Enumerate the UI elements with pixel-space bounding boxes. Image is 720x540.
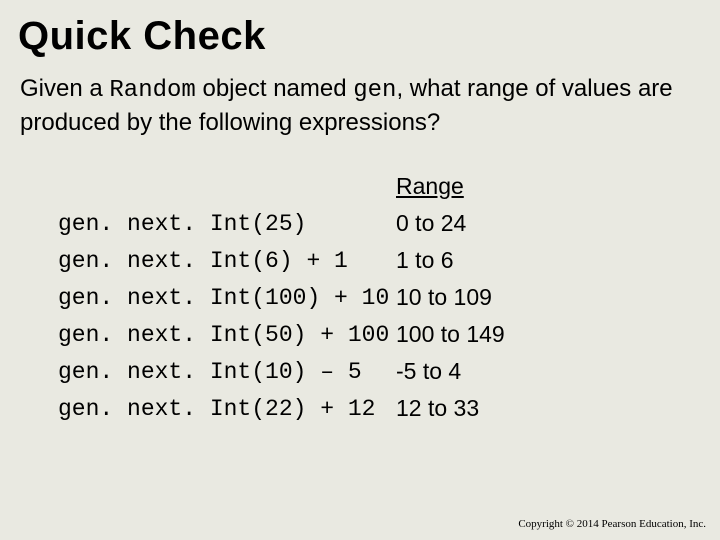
header-range: Range [396,168,505,205]
expr-cell: gen. next. Int(10) – 5 [58,353,396,390]
intro-mid: object named [196,75,353,102]
intro-prefix: Given a [20,75,109,102]
range-cell: 1 to 6 [396,242,505,279]
copyright-text: Copyright © 2014 Pearson Education, Inc. [518,518,706,530]
range-table: Range gen. next. Int(25) 0 to 24 gen. ne… [58,168,505,427]
expr-cell: gen. next. Int(25) [58,205,396,242]
header-expr-blank [58,168,396,205]
expr-cell: gen. next. Int(100) + 10 [58,279,396,316]
table-row: gen. next. Int(50) + 100 100 to 149 [58,316,505,353]
table-row: gen. next. Int(100) + 10 10 to 109 [58,279,505,316]
code-random: Random [109,77,195,104]
range-cell: 100 to 149 [396,316,505,353]
table-header-row: Range [58,168,505,205]
table-row: gen. next. Int(25) 0 to 24 [58,205,505,242]
range-cell: 0 to 24 [396,205,505,242]
table-row: gen. next. Int(22) + 12 12 to 33 [58,390,505,427]
range-cell: 10 to 109 [396,279,505,316]
expr-cell: gen. next. Int(22) + 12 [58,390,396,427]
expr-cell: gen. next. Int(50) + 100 [58,316,396,353]
header-range-label: Range [396,173,464,199]
slide-title: Quick Check [0,0,720,69]
range-cell: 12 to 33 [396,390,505,427]
range-cell: -5 to 4 [396,353,505,390]
table-row: gen. next. Int(10) – 5 -5 to 4 [58,353,505,390]
expr-cell: gen. next. Int(6) + 1 [58,242,396,279]
table-row: gen. next. Int(6) + 1 1 to 6 [58,242,505,279]
intro-text: Given a Random object named gen, what ra… [0,69,720,140]
code-gen: gen [353,77,396,104]
